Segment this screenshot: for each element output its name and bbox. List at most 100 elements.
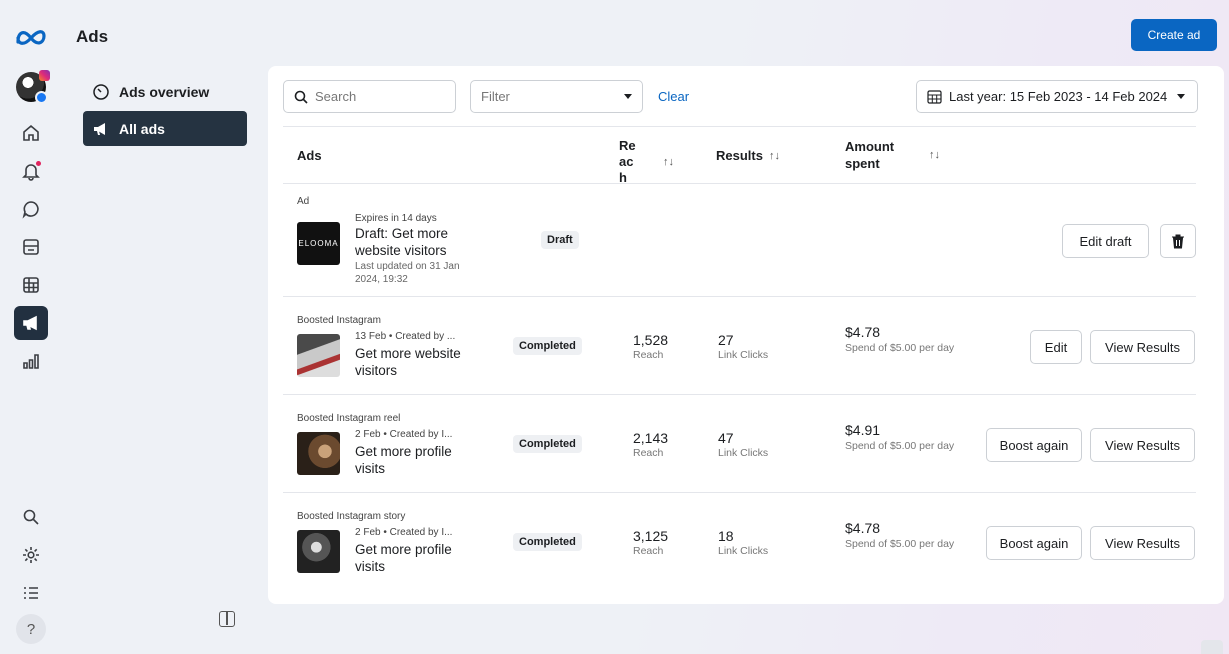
status-badge: Completed: [513, 435, 582, 453]
all-tools-nav[interactable]: [14, 576, 48, 610]
home-icon: [23, 124, 39, 141]
caret-down-icon: [1177, 94, 1185, 99]
list-icon: [24, 587, 38, 599]
ad-title[interactable]: Get more profile visits: [355, 541, 480, 575]
caret-down-icon: [624, 94, 632, 99]
help-button[interactable]: ?: [16, 614, 46, 644]
ad-type: Boosted Instagram story: [297, 511, 406, 522]
sort-icon[interactable]: ↑↓: [663, 156, 674, 168]
ad-title[interactable]: Get more website visitors: [355, 345, 480, 379]
gear-icon: [23, 547, 39, 563]
ad-expiry: Expires in 14 days: [355, 213, 437, 224]
view-results-button[interactable]: View Results: [1090, 330, 1195, 364]
megaphone-icon: [94, 122, 105, 135]
ad-title[interactable]: Draft: Get more website visitors: [355, 225, 480, 259]
page-title: Ads: [76, 27, 109, 46]
amount-value: $4.78: [845, 324, 881, 340]
ads-panel: Filter Clear Last year: 15 Feb 2023 - 14…: [268, 66, 1224, 604]
spend-note: Spend of $5.00 per day: [845, 440, 955, 452]
messages-nav[interactable]: [14, 192, 48, 226]
left-rail: ?: [0, 0, 62, 654]
column-header-results[interactable]: Results ↑↓: [716, 148, 780, 163]
settings-nav[interactable]: [14, 538, 48, 572]
reach-label: Reach: [633, 349, 664, 361]
table-row[interactable]: Ad ELOOMA Expires in 14 days Draft: Get …: [283, 184, 1196, 297]
search-box[interactable]: [283, 80, 456, 113]
megaphone-icon: [23, 315, 37, 331]
results-label: Link Clicks: [718, 545, 769, 557]
ad-thumbnail[interactable]: ELOOMA: [297, 222, 340, 265]
question-mark-icon: ?: [26, 620, 36, 638]
sort-icon[interactable]: ↑↓: [769, 150, 780, 162]
results-label: Link Clicks: [718, 349, 769, 361]
notifications-nav[interactable]: [14, 154, 48, 188]
spend-note: Spend of $5.00 per day: [845, 342, 955, 354]
reach-value: 3,125: [633, 528, 669, 544]
ad-type: Boosted Instagram reel: [297, 413, 401, 424]
boost-again-button[interactable]: Boost again: [986, 526, 1082, 560]
boost-again-button[interactable]: Boost again: [986, 428, 1082, 462]
bar-chart-icon: [23, 354, 39, 369]
chat-bubble-icon: [22, 201, 39, 219]
create-ad-button[interactable]: Create ad: [1131, 19, 1217, 51]
gauge-icon: [93, 83, 109, 100]
status-badge: Completed: [513, 533, 582, 551]
account-avatar[interactable]: [16, 70, 50, 104]
column-header-reach[interactable]: Reach ↑↓: [619, 138, 674, 186]
home-nav[interactable]: [14, 116, 48, 150]
trash-icon: [1172, 234, 1184, 248]
globe-icon[interactable]: [1201, 640, 1223, 654]
search-input[interactable]: [315, 89, 445, 104]
ad-thumbnail[interactable]: [297, 334, 340, 377]
ad-thumbnail[interactable]: [297, 432, 340, 475]
notification-dot: [36, 161, 41, 166]
filter-dropdown[interactable]: Filter: [470, 80, 643, 113]
delete-button[interactable]: [1160, 224, 1196, 258]
ad-thumbnail[interactable]: [297, 530, 340, 573]
date-range-picker[interactable]: Last year: 15 Feb 2023 - 14 Feb 2024: [916, 80, 1198, 113]
view-results-button[interactable]: View Results: [1090, 428, 1195, 462]
reach-value: 1,528: [633, 332, 669, 348]
table-header: Ads Reach ↑↓ Results ↑↓ Amount spent ↑↓: [283, 126, 1196, 186]
ad-meta: 2 Feb • Created by I...: [355, 527, 453, 538]
sidebar-item-label: Ads overview: [119, 83, 210, 100]
table-row[interactable]: Boosted Instagram reel 2 Feb • Created b…: [283, 395, 1196, 493]
planner-nav[interactable]: [14, 268, 48, 302]
amount-value: $4.78: [845, 520, 881, 536]
posts-icon: [23, 239, 39, 255]
column-header-ads: Ads: [297, 148, 322, 163]
ad-updated: Last updated on 31 Jan 2024, 19:32: [355, 261, 460, 285]
reach-label: Reach: [633, 447, 664, 459]
ad-title[interactable]: Get more profile visits: [355, 443, 480, 477]
table-row[interactable]: Boosted Instagram story 2 Feb • Created …: [283, 493, 1196, 591]
facebook-badge-icon: [35, 91, 48, 104]
ad-meta: 13 Feb • Created by ...: [355, 331, 456, 342]
view-results-button[interactable]: View Results: [1090, 526, 1195, 560]
collapse-sidebar-icon[interactable]: [219, 611, 235, 627]
insights-nav[interactable]: [14, 344, 48, 378]
clear-filters-link[interactable]: Clear: [658, 89, 689, 104]
search-icon: [294, 90, 308, 104]
ad-type: Ad: [297, 196, 310, 207]
date-range-label: Last year: 15 Feb 2023 - 14 Feb 2024: [949, 89, 1168, 104]
results-value: 47: [718, 430, 734, 446]
content-nav[interactable]: [14, 230, 48, 264]
status-badge: Draft: [541, 231, 579, 249]
sort-icon[interactable]: ↑↓: [929, 149, 940, 161]
ad-type: Boosted Instagram: [297, 315, 381, 326]
results-label: Link Clicks: [718, 447, 769, 459]
table-row[interactable]: Boosted Instagram 13 Feb • Created by ..…: [283, 297, 1196, 395]
column-header-amount-spent[interactable]: Amount spent ↑↓: [845, 138, 940, 172]
sidebar-item-all-ads[interactable]: All ads: [83, 111, 247, 146]
ads-nav[interactable]: [14, 306, 48, 340]
search-nav[interactable]: [14, 500, 48, 534]
ad-meta: 2 Feb • Created by I...: [355, 429, 453, 440]
status-badge: Completed: [513, 337, 582, 355]
edit-draft-button[interactable]: Edit draft: [1062, 224, 1149, 258]
meta-logo-icon[interactable]: [15, 26, 47, 48]
edit-button[interactable]: Edit: [1030, 330, 1082, 364]
ads-table: Ads Reach ↑↓ Results ↑↓ Amount spent ↑↓ …: [283, 126, 1196, 591]
amount-value: $4.91: [845, 422, 881, 438]
sidebar-item-ads-overview[interactable]: Ads overview: [83, 74, 247, 109]
calendar-grid-icon: [23, 277, 39, 293]
